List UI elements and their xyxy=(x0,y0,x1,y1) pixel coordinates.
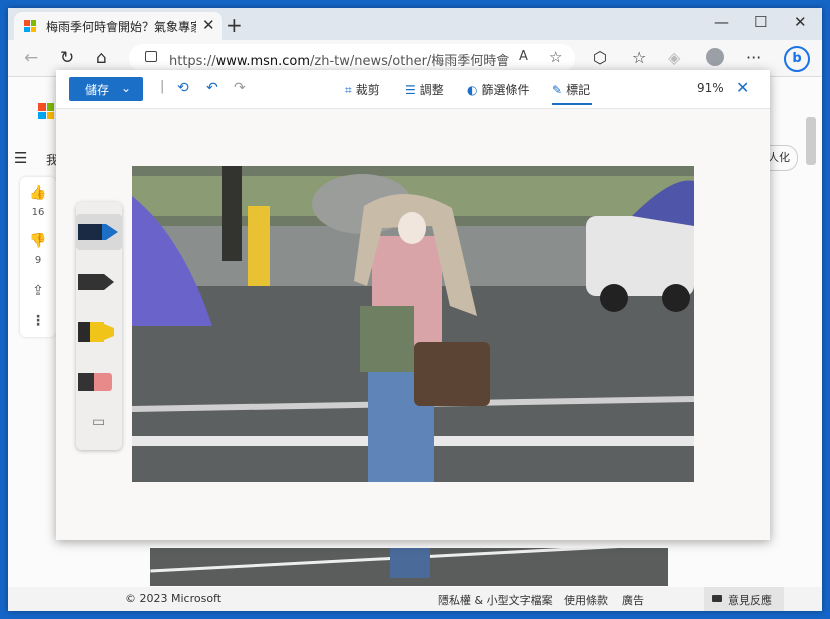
chevron-down-icon: ⌄ xyxy=(121,81,132,95)
maximize-button[interactable]: ☐ xyxy=(754,13,767,31)
filter-icon: ◐ xyxy=(467,83,478,97)
tool-crop[interactable]: ⌗ 裁剪 xyxy=(345,81,380,98)
tool-adjust[interactable]: ☰ 調整 xyxy=(405,81,444,98)
extensions-icon[interactable]: ⬡ xyxy=(593,48,607,67)
profile-avatar[interactable] xyxy=(706,48,724,66)
zoom-level[interactable]: 91% xyxy=(697,81,724,95)
clear-canvas-icon[interactable]: ▭ xyxy=(92,414,105,430)
undo-icon[interactable]: ↶ xyxy=(206,80,218,96)
editor-close-icon[interactable]: ✕ xyxy=(736,78,749,97)
browser-tab[interactable]: 梅雨季何時會開始？氣象專家解析 ✕ xyxy=(14,12,222,40)
pen-blue[interactable] xyxy=(76,214,122,250)
favorites-icon[interactable]: ☆ xyxy=(632,48,646,67)
privacy-link[interactable]: 隱私權 & 小型文字檔案 xyxy=(438,592,553,608)
blue-pen-icon xyxy=(78,224,118,240)
new-tab-button[interactable]: + xyxy=(226,13,243,37)
eraser-icon xyxy=(78,373,112,391)
dislike-count: 9 xyxy=(34,255,42,266)
browser-window: 梅雨季何時會開始？氣象專家解析 ✕ + — ☐ ✕ ← ↻ ⌂ https://… xyxy=(8,8,822,611)
bing-chat-icon[interactable]: b xyxy=(784,46,810,72)
editor-toolbar: 儲存 ⌄ | ⟲ ↶ ↷ ⌗ 裁剪 ☰ 調整 ◐ 篩選條件 ✎ 標記 91% ✕ xyxy=(56,70,770,109)
tool-markup[interactable]: ✎ 標記 xyxy=(552,81,590,98)
ads-link[interactable]: 廣告 xyxy=(622,592,644,608)
tab-strip: 梅雨季何時會開始？氣象專家解析 ✕ + — ☐ ✕ xyxy=(8,8,822,40)
favorite-star-icon[interactable]: ☆ xyxy=(549,48,562,66)
toolbar-divider: | xyxy=(160,79,165,94)
more-options-icon[interactable]: ⋮ xyxy=(20,313,56,329)
like-icon[interactable]: 👍 xyxy=(20,185,56,201)
active-tab-indicator xyxy=(552,103,592,105)
refresh-button[interactable]: ↻ xyxy=(60,48,74,68)
share-icon[interactable]: ⇪ xyxy=(20,283,56,299)
article-image-behind xyxy=(150,548,668,586)
black-pen-icon xyxy=(78,274,114,290)
markup-palette: ▭ xyxy=(76,202,122,450)
collections-icon[interactable]: ◈ xyxy=(668,48,680,67)
msn-favicon-icon xyxy=(24,20,36,32)
like-count: 16 xyxy=(31,207,45,218)
eraser-tool[interactable] xyxy=(76,364,122,400)
image-editor-dialog: 儲存 ⌄ | ⟲ ↶ ↷ ⌗裁剪 ☰調整 ◐篩選條件 ✎標記 91% ✕ xyxy=(56,70,770,540)
lock-icon[interactable] xyxy=(145,51,157,62)
msn-logo[interactable] xyxy=(38,103,54,119)
highlighter-icon xyxy=(78,322,114,342)
history-icon[interactable]: ⟲ xyxy=(177,80,189,96)
adjust-icon: ☰ xyxy=(405,83,416,97)
crop-icon: ⌗ xyxy=(345,83,352,97)
address-url[interactable]: https://www.msn.com/zh-tw/news/other/梅雨季… xyxy=(169,50,509,69)
hamburger-menu-icon[interactable]: ☰ xyxy=(14,149,27,167)
copyright-text: © 2023 Microsoft xyxy=(125,592,222,605)
feedback-icon xyxy=(712,595,722,602)
window-close-button[interactable]: ✕ xyxy=(794,13,807,31)
feedback-button[interactable]: 意見反應 xyxy=(704,587,784,611)
scrollbar-thumb[interactable] xyxy=(806,117,816,165)
dislike-icon[interactable]: 👎 xyxy=(20,233,56,249)
minimize-button[interactable]: — xyxy=(714,13,729,31)
address-bar[interactable]: https://www.msn.com/zh-tw/news/other/梅雨季… xyxy=(129,44,575,72)
save-button[interactable]: 儲存 ⌄ xyxy=(69,77,143,101)
read-aloud-icon[interactable]: A xyxy=(519,49,528,64)
page-footer: © 2023 Microsoft 隱私權 & 小型文字檔案 使用條款 廣告 意見… xyxy=(8,587,822,611)
pen-black[interactable] xyxy=(76,264,122,300)
terms-link[interactable]: 使用條款 xyxy=(564,592,608,608)
tab-close-icon[interactable]: ✕ xyxy=(202,16,215,34)
more-menu-icon[interactable]: ··· xyxy=(746,48,761,67)
edited-photo[interactable] xyxy=(132,166,694,482)
pen-icon: ✎ xyxy=(552,83,563,97)
home-button[interactable]: ⌂ xyxy=(96,48,107,68)
tool-filter[interactable]: ◐ 篩選條件 xyxy=(467,81,530,98)
reaction-bar: 👍 16 👎 9 ⇪ ⋮ xyxy=(20,177,56,337)
tab-title: 梅雨季何時會開始？氣象專家解析 xyxy=(46,20,196,34)
back-button[interactable]: ← xyxy=(24,48,38,68)
redo-icon[interactable]: ↷ xyxy=(234,80,246,96)
highlighter-yellow[interactable] xyxy=(76,314,122,350)
